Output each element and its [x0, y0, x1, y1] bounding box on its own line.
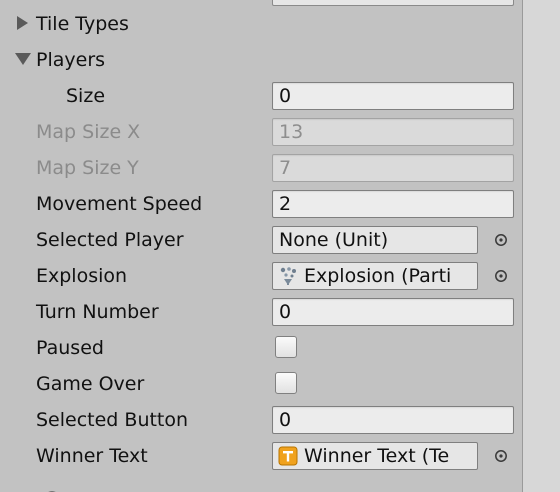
turn-number-value: 0	[279, 301, 292, 323]
particle-system-icon	[280, 267, 296, 285]
next-component-header-edge	[0, 482, 522, 492]
map-size-x-field: 13	[272, 118, 514, 146]
game-over-label: Game Over	[36, 373, 145, 395]
players-label: Players	[36, 49, 106, 71]
selected-player-field[interactable]: None (Unit)	[272, 226, 478, 254]
inspector-panel: Tile Types Players Size 0 Map Size X 13 …	[0, 0, 522, 492]
tile-types-label: Tile Types	[36, 13, 129, 35]
tile-types-foldout[interactable]: Tile Types	[0, 8, 522, 40]
winner-text-value: Winner Text (Te	[304, 445, 450, 467]
explosion-row: Explosion Explosion (Parti	[0, 260, 522, 292]
target-circle-icon[interactable]	[494, 449, 508, 463]
explosion-field[interactable]: Explosion (Parti	[272, 262, 478, 290]
map-size-x-label: Map Size X	[36, 121, 141, 143]
size-label: Size	[66, 85, 106, 107]
paused-label: Paused	[36, 337, 104, 359]
winner-text-row: Winner Text Winner Text (Te	[0, 440, 522, 472]
selected-button-field[interactable]: 0	[272, 406, 514, 434]
game-over-checkbox[interactable]	[275, 372, 297, 394]
map-size-y-field: 7	[272, 154, 514, 182]
turn-number-field[interactable]: 0	[272, 298, 514, 326]
previous-field-edge	[272, 0, 514, 6]
map-size-y-value: 7	[279, 157, 292, 179]
size-field[interactable]: 0	[272, 82, 514, 110]
turn-number-label: Turn Number	[36, 301, 159, 323]
triangle-down-icon[interactable]	[14, 50, 32, 68]
map-size-x-value: 13	[279, 121, 304, 143]
map-size-y-row: Map Size Y 7	[0, 152, 522, 184]
winner-text-label: Winner Text	[36, 445, 148, 467]
selected-player-label: Selected Player	[36, 229, 184, 251]
selected-button-value: 0	[279, 409, 292, 431]
game-over-row: Game Over	[0, 368, 522, 400]
movement-speed-value: 2	[279, 193, 292, 215]
players-foldout[interactable]: Players	[0, 44, 522, 76]
size-value: 0	[279, 85, 292, 107]
winner-text-field[interactable]: Winner Text (Te	[272, 442, 478, 470]
movement-speed-field[interactable]: 2	[272, 190, 514, 218]
target-circle-icon[interactable]	[494, 233, 508, 247]
text-component-icon	[278, 446, 298, 466]
triangle-right-icon[interactable]	[14, 14, 32, 32]
paused-row: Paused	[0, 332, 522, 364]
turn-number-row: Turn Number 0	[0, 296, 522, 328]
selected-button-row: Selected Button 0	[0, 404, 522, 436]
selected-button-label: Selected Button	[36, 409, 189, 431]
component-header-icons	[48, 491, 56, 492]
target-circle-icon[interactable]	[494, 269, 508, 283]
explosion-label: Explosion	[36, 265, 128, 287]
selected-player-value: None (Unit)	[279, 229, 389, 251]
size-row: Size 0	[0, 80, 522, 112]
selected-player-row: Selected Player None (Unit)	[0, 224, 522, 256]
movement-speed-label: Movement Speed	[36, 193, 203, 215]
scrollbar[interactable]	[522, 0, 560, 492]
paused-checkbox[interactable]	[275, 336, 297, 358]
movement-speed-row: Movement Speed 2	[0, 188, 522, 220]
map-size-y-label: Map Size Y	[36, 157, 139, 179]
map-size-x-row: Map Size X 13	[0, 116, 522, 148]
explosion-value: Explosion (Parti	[304, 265, 452, 287]
